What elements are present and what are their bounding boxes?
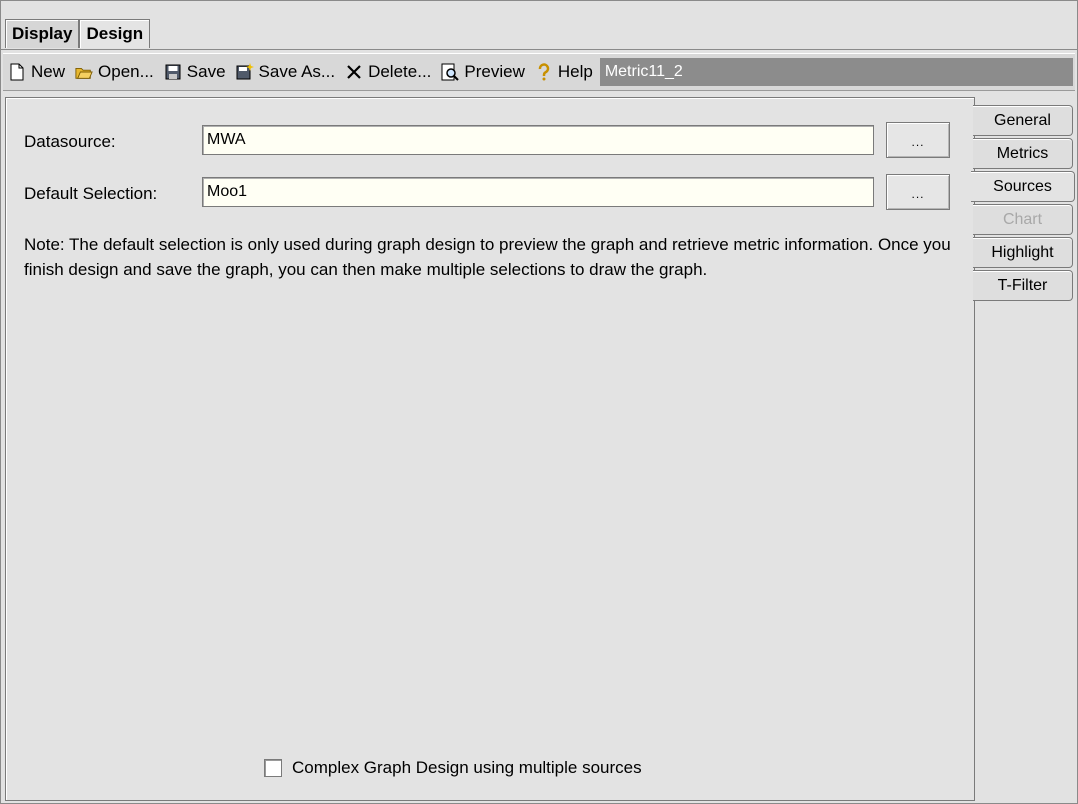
- new-button[interactable]: New: [3, 58, 70, 86]
- top-tab-bar: Display Design: [5, 19, 151, 49]
- save-as-button[interactable]: Save As...: [231, 58, 341, 86]
- save-label: Save: [186, 62, 226, 81]
- preview-label: Preview: [464, 62, 525, 81]
- new-label: New: [31, 62, 66, 81]
- delete-label: Delete...: [368, 62, 432, 81]
- save-disk-icon: [164, 63, 182, 81]
- save-as-label: Save As...: [258, 62, 336, 81]
- sources-panel: Datasource: MWA ... Default Selection: M…: [5, 97, 975, 801]
- tab-highlight[interactable]: Highlight: [973, 237, 1073, 268]
- help-question-icon: [535, 63, 553, 81]
- complex-design-checkbox[interactable]: [264, 759, 282, 777]
- side-tab-bar: General Metrics Sources Chart Highlight …: [971, 105, 1077, 303]
- open-button[interactable]: Open...: [70, 58, 159, 86]
- open-folder-icon: [75, 63, 93, 81]
- toolbar: New Open... Save Save As... Delete... Pr…: [3, 53, 1075, 91]
- preview-button[interactable]: Preview: [436, 58, 529, 86]
- datasource-field[interactable]: MWA: [202, 125, 874, 155]
- default-selection-browse-button[interactable]: ...: [886, 174, 950, 210]
- tab-display[interactable]: Display: [5, 19, 80, 48]
- design-window: Display Design New Open... Save Save As.…: [0, 0, 1078, 804]
- default-selection-field[interactable]: Moo1: [202, 177, 874, 207]
- complex-design-option[interactable]: Complex Graph Design using multiple sour…: [264, 758, 642, 778]
- datasource-label: Datasource:: [24, 132, 116, 151]
- open-label: Open...: [98, 62, 154, 81]
- tab-divider: [1, 49, 1077, 50]
- complex-design-label: Complex Graph Design using multiple sour…: [292, 758, 642, 777]
- default-selection-label: Default Selection:: [24, 184, 158, 203]
- tab-metrics[interactable]: Metrics: [973, 138, 1073, 169]
- tab-t-filter[interactable]: T-Filter: [973, 270, 1073, 301]
- save-as-icon: [236, 63, 254, 81]
- datasource-browse-button[interactable]: ...: [886, 122, 950, 158]
- delete-button[interactable]: Delete...: [340, 58, 436, 86]
- tab-sources[interactable]: Sources: [971, 171, 1075, 202]
- save-button[interactable]: Save: [159, 58, 231, 86]
- help-label: Help: [557, 62, 593, 81]
- note-text: Note: The default selection is only used…: [24, 235, 951, 279]
- help-button[interactable]: Help: [530, 58, 598, 86]
- tab-design[interactable]: Design: [79, 19, 151, 48]
- new-document-icon: [8, 63, 26, 81]
- tab-chart: Chart: [973, 204, 1073, 235]
- preview-magnifier-icon: [441, 63, 460, 81]
- tab-general[interactable]: General: [973, 105, 1073, 136]
- delete-x-icon: [345, 63, 363, 81]
- metric-name-field[interactable]: Metric11_2: [599, 58, 1073, 86]
